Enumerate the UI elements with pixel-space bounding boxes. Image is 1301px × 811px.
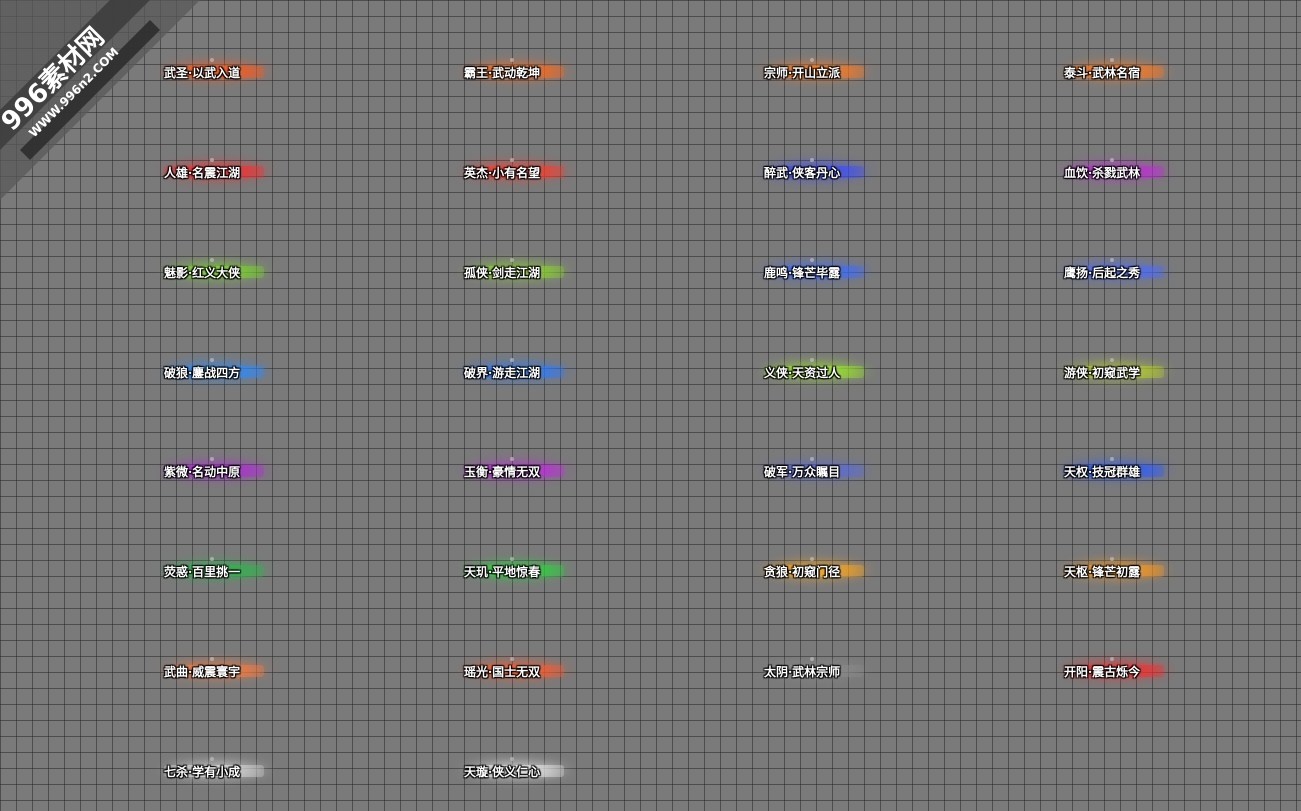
title-badge: 人雄·名震江湖 <box>160 157 294 187</box>
title-ornament-icon <box>510 457 514 461</box>
title-ornament-icon <box>510 158 514 162</box>
title-badge: 义侠·天资过人 <box>760 357 894 387</box>
title-label: 义侠·天资过人 <box>764 365 841 380</box>
title-label: 破界·游走江湖 <box>464 365 541 380</box>
title-label: 荧惑·百里挑一 <box>164 564 241 579</box>
title-label: 武圣·以武入道 <box>164 65 241 80</box>
title-label: 玉衡·豪情无双 <box>464 464 541 479</box>
title-ornament-icon <box>210 258 214 262</box>
title-badge-grid: 武圣·以武入道 霸王·武动乾坤 宗师·开山立派 泰斗·武林名宿人雄·名震江湖 英杰·小有… <box>0 0 1301 811</box>
title-badge: 宗师·开山立派 <box>760 57 894 87</box>
title-badge: 太阴·武林宗师 <box>760 656 894 686</box>
title-ornament-icon <box>510 557 514 561</box>
title-badge: 武圣·以武入道 <box>160 57 294 87</box>
title-label: 游侠·初窥武学 <box>1064 365 1141 380</box>
title-ornament-icon <box>210 757 214 761</box>
title-label: 醉武·侠客丹心 <box>764 165 841 180</box>
title-ornament-icon <box>1110 358 1114 362</box>
title-badge: 鹰扬·后起之秀 <box>1060 257 1194 287</box>
title-ornament-icon <box>810 557 814 561</box>
title-ornament-icon <box>1110 58 1114 62</box>
title-label: 七杀·学有小成 <box>164 764 241 779</box>
title-label: 孤侠·剑走江湖 <box>464 265 541 280</box>
title-label: 破狼·鏖战四方 <box>164 365 241 380</box>
title-badge: 破界·游走江湖 <box>460 357 594 387</box>
title-badge: 孤侠·剑走江湖 <box>460 257 594 287</box>
title-label: 鹿鸣·锋芒毕露 <box>764 265 841 280</box>
title-ornament-icon <box>510 657 514 661</box>
title-ornament-icon <box>1110 258 1114 262</box>
title-label: 天权·技冠群雄 <box>1064 464 1141 479</box>
title-badge: 游侠·初窥武学 <box>1060 357 1194 387</box>
title-ornament-icon <box>510 358 514 362</box>
title-ornament-icon <box>210 158 214 162</box>
title-label: 霸王·武动乾坤 <box>464 65 541 80</box>
title-label: 瑶光·国士无双 <box>464 664 541 679</box>
title-ornament-icon <box>810 358 814 362</box>
title-badge: 天权·技冠群雄 <box>1060 456 1194 486</box>
title-label: 鹰扬·后起之秀 <box>1064 265 1141 280</box>
title-badge: 玉衡·豪情无双 <box>460 456 594 486</box>
title-label: 人雄·名震江湖 <box>164 165 241 180</box>
title-ornament-icon <box>210 457 214 461</box>
title-ornament-icon <box>810 158 814 162</box>
title-ornament-icon <box>1110 657 1114 661</box>
title-badge: 霸王·武动乾坤 <box>460 57 594 87</box>
title-badge: 血饮·杀戮武林 <box>1060 157 1194 187</box>
title-ornament-icon <box>810 258 814 262</box>
title-ornament-icon <box>1110 158 1114 162</box>
title-ornament-icon <box>210 58 214 62</box>
title-badge: 醉武·侠客丹心 <box>760 157 894 187</box>
title-ornament-icon <box>810 58 814 62</box>
title-label: 天璇·侠义仁心 <box>464 764 541 779</box>
title-badge: 破狼·鏖战四方 <box>160 357 294 387</box>
title-ornament-icon <box>510 258 514 262</box>
title-badge: 天枢·锋芒初露 <box>1060 556 1194 586</box>
title-ornament-icon <box>1110 457 1114 461</box>
title-label: 武曲·威震寰宇 <box>164 664 241 679</box>
title-label: 宗师·开山立派 <box>764 65 841 80</box>
title-label: 紫微·名动中原 <box>164 464 241 479</box>
title-badge: 荧惑·百里挑一 <box>160 556 294 586</box>
title-badge: 魅影·红义大侠 <box>160 257 294 287</box>
title-badge: 武曲·威震寰宇 <box>160 656 294 686</box>
title-ornament-icon <box>510 58 514 62</box>
title-badge: 开阳·震古烁今 <box>1060 656 1194 686</box>
title-ornament-icon <box>210 657 214 661</box>
title-badge: 天玑·平地惊春 <box>460 556 594 586</box>
title-label: 天枢·锋芒初露 <box>1064 564 1141 579</box>
title-label: 太阴·武林宗师 <box>764 664 841 679</box>
title-badge: 七杀·学有小成 <box>160 756 294 786</box>
title-label: 贪狼·初窥门径 <box>764 564 841 579</box>
title-ornament-icon <box>810 657 814 661</box>
title-ornament-icon <box>210 358 214 362</box>
title-label: 血饮·杀戮武林 <box>1064 165 1141 180</box>
title-ornament-icon <box>210 557 214 561</box>
title-badge: 破军·万众瞩目 <box>760 456 894 486</box>
title-ornament-icon <box>510 757 514 761</box>
title-ornament-icon <box>1110 557 1114 561</box>
title-badge: 鹿鸣·锋芒毕露 <box>760 257 894 287</box>
title-badge: 英杰·小有名望 <box>460 157 594 187</box>
title-label: 开阳·震古烁今 <box>1064 664 1141 679</box>
title-badge: 瑶光·国士无双 <box>460 656 594 686</box>
title-label: 英杰·小有名望 <box>464 165 541 180</box>
title-label: 天玑·平地惊春 <box>464 564 541 579</box>
title-badge: 贪狼·初窥门径 <box>760 556 894 586</box>
title-label: 泰斗·武林名宿 <box>1064 65 1141 80</box>
title-label: 魅影·红义大侠 <box>164 265 241 280</box>
title-badge: 泰斗·武林名宿 <box>1060 57 1194 87</box>
title-ornament-icon <box>810 457 814 461</box>
title-badge: 紫微·名动中原 <box>160 456 294 486</box>
title-badge: 天璇·侠义仁心 <box>460 756 594 786</box>
title-label: 破军·万众瞩目 <box>764 464 841 479</box>
